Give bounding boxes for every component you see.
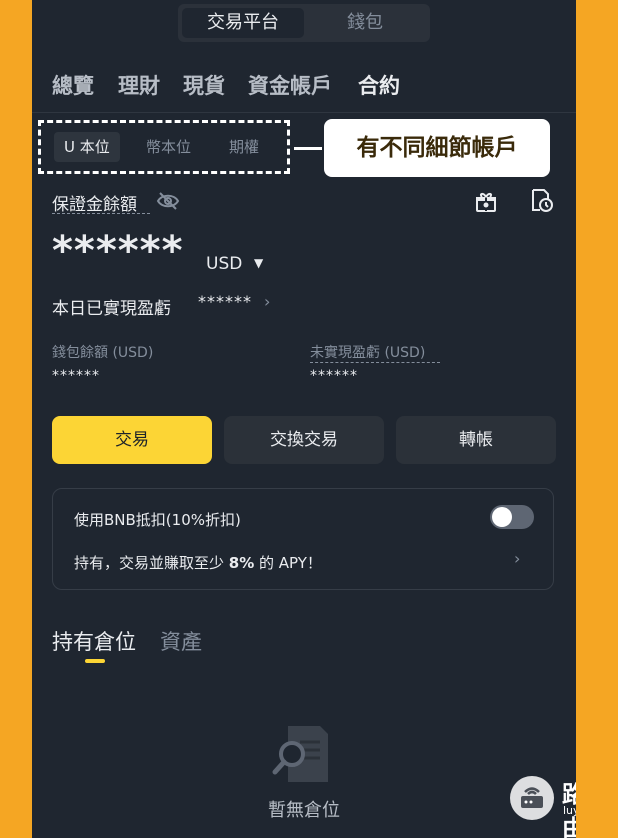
toggle-knob[interactable] xyxy=(492,507,512,527)
wallet-balance-value: ****** xyxy=(52,368,100,384)
bnb-deduction-label: 使用BNB抵扣(10%折扣) xyxy=(74,511,241,529)
wallet-balance-label: 錢包餘額 (USD) xyxy=(52,345,154,361)
chevron-right-icon[interactable]: › xyxy=(514,549,520,568)
chevron-right-icon[interactable]: › xyxy=(264,292,270,311)
tab-futures[interactable]: 合約 xyxy=(358,70,400,100)
gift-icon[interactable] xyxy=(474,190,498,214)
margin-label-underline xyxy=(52,213,150,214)
annotation-connector xyxy=(294,147,322,150)
today-pnl-label[interactable]: 本日已實現盈虧 xyxy=(52,294,171,319)
unrealized-label-underline xyxy=(310,362,440,363)
switch-trading-platform[interactable]: 交易平台 xyxy=(182,8,304,38)
subtab-options[interactable]: 期權 xyxy=(219,132,269,162)
apy-prefix: 持有，交易並賺取至少 xyxy=(74,554,229,572)
tab-divider xyxy=(32,112,576,113)
switch-wallet[interactable]: 錢包 xyxy=(304,8,426,38)
today-pnl-value: ****** xyxy=(198,292,252,311)
eye-hidden-icon[interactable] xyxy=(156,190,180,212)
margin-balance-label[interactable]: 保證金餘額 xyxy=(52,190,137,215)
unrealized-pnl-value: ****** xyxy=(310,368,358,384)
transfer-button[interactable]: 轉帳 xyxy=(396,416,556,464)
app-screen: 交易平台 錢包 總覽 理財 現貨 資金帳戶 合約 U 本位 幣本位 期權 有不同… xyxy=(32,0,576,838)
apy-promo-link[interactable]: 持有，交易並賺取至少 8% 的 APY！ xyxy=(74,552,322,573)
currency-selector[interactable]: USD xyxy=(206,254,242,274)
trade-button[interactable]: 交易 xyxy=(52,416,212,464)
active-tab-indicator xyxy=(85,659,105,663)
margin-balance-value: ****** xyxy=(52,228,184,274)
empty-search-document-icon xyxy=(272,722,332,786)
bnb-deduction-card xyxy=(52,488,554,590)
apy-rate: 8% xyxy=(228,554,255,572)
tab-earn[interactable]: 理財 xyxy=(118,70,160,100)
platform-switch: 交易平台 錢包 xyxy=(178,4,430,42)
caret-down-icon[interactable]: ▼ xyxy=(254,256,263,270)
empty-state-text: 暫無倉位 xyxy=(268,800,340,821)
tab-funding[interactable]: 資金帳戶 xyxy=(248,70,332,100)
subtab-coinm[interactable]: 幣本位 xyxy=(136,132,201,162)
watermark-subtitle: luyouqi.com xyxy=(563,804,576,817)
tab-overview[interactable]: 總覽 xyxy=(52,70,94,100)
apy-suffix: 的 APY！ xyxy=(254,554,322,572)
unrealized-pnl-label[interactable]: 未實現盈虧 (USD) xyxy=(310,342,425,362)
watermark-logo xyxy=(510,776,554,820)
history-icon[interactable] xyxy=(529,188,555,214)
annotation-callout: 有不同細節帳戶 xyxy=(324,119,550,177)
subtab-usdm[interactable]: U 本位 xyxy=(54,132,120,162)
convert-button[interactable]: 交換交易 xyxy=(224,416,384,464)
tab-spot[interactable]: 現貨 xyxy=(183,70,225,100)
tab-positions[interactable]: 持有倉位 xyxy=(52,626,136,656)
tab-assets[interactable]: 資產 xyxy=(160,626,202,656)
